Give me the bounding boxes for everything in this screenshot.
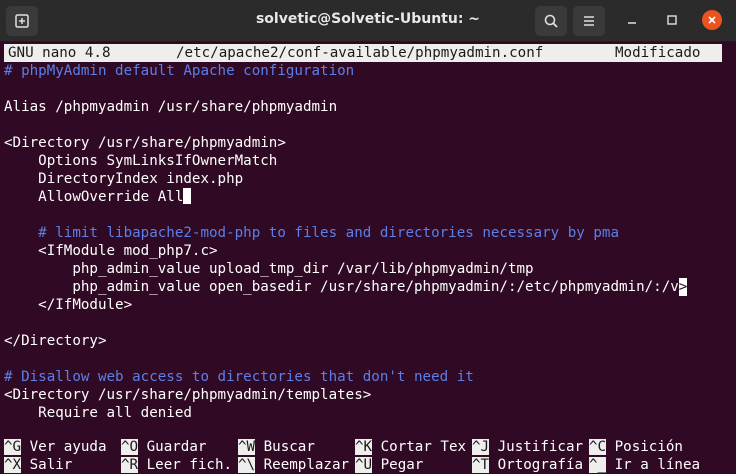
shortcut-replace[interactable]: ^\ Reemplazar xyxy=(238,456,349,474)
nano-filename: /etc/apache2/conf-available/phpmyadmin.c… xyxy=(176,45,544,61)
editor-line-truncated: php_admin_value open_basedir /usr/share/… xyxy=(4,278,688,296)
nano-shortcut-bar: ^G Ver ayuda ^O Guardar ^W Buscar ^K Cor… xyxy=(0,436,736,474)
editor-line: php_admin_value upload_tmp_dir /var/lib/… xyxy=(4,261,534,277)
shortcut-read-file[interactable]: ^R Leer fich. xyxy=(121,456,232,474)
minimize-button[interactable] xyxy=(622,10,642,30)
shortcut-cut[interactable]: ^K Cortar Tex xyxy=(355,438,466,456)
shortcut-exit[interactable]: ^X Salir xyxy=(4,456,72,474)
editor-line: </Directory> xyxy=(4,333,107,349)
terminal-area[interactable]: GNU nano 4.8 /etc/apache2/conf-available… xyxy=(0,42,736,474)
nano-status: Modificado xyxy=(615,45,701,61)
editor-line-cursor: AllowOverride All xyxy=(4,188,192,206)
editor-line: Require all denied xyxy=(4,405,192,421)
editor-line: Options SymLinksIfOwnerMatch xyxy=(4,153,278,169)
editor-line-text: AllowOverride All xyxy=(4,189,184,205)
shortcut-spelling[interactable]: ^T Ortografía xyxy=(472,456,583,474)
editor-line: <Directory /usr/share/phpmyadmin/templat… xyxy=(4,387,372,403)
shortcut-go-to-line[interactable]: ^_ Ir a línea xyxy=(589,456,700,474)
maximize-icon xyxy=(667,15,677,25)
shortcut-search[interactable]: ^W Buscar xyxy=(238,438,315,456)
nano-version: GNU nano 4.8 xyxy=(8,45,111,61)
editor-line: DirectoryIndex index.php xyxy=(4,171,244,187)
shortcut-position[interactable]: ^C Posición xyxy=(589,438,683,456)
editor-line: </IfModule> xyxy=(4,297,133,313)
title-bar: solvetic@Solvetic-Ubuntu: ~ xyxy=(0,0,736,42)
hamburger-menu-icon xyxy=(584,16,594,26)
editor-line: # limit libapache2-mod-php to files and … xyxy=(4,225,619,241)
shortcut-justify[interactable]: ^J Justificar xyxy=(472,438,583,456)
search-icon xyxy=(544,14,558,28)
close-icon xyxy=(708,16,716,24)
minimize-icon xyxy=(628,22,636,24)
editor-line: Alias /phpmyadmin /usr/share/phpmyadmin xyxy=(4,99,338,115)
terminal-scrollbar[interactable] xyxy=(726,42,736,474)
editor-line: # phpMyAdmin default Apache configuratio… xyxy=(4,63,355,79)
truncation-marker: > xyxy=(678,278,688,296)
shortcut-paste[interactable]: ^U Pegar xyxy=(355,456,423,474)
editor-line: <IfModule mod_php7.c> xyxy=(4,243,218,259)
maximize-button[interactable] xyxy=(662,10,682,30)
editor-line: # Disallow web access to directories tha… xyxy=(4,369,474,385)
menu-button[interactable] xyxy=(573,6,605,36)
text-cursor xyxy=(183,188,192,204)
search-button[interactable] xyxy=(535,6,567,36)
close-button[interactable] xyxy=(702,10,722,30)
editor-line-text: php_admin_value open_basedir /usr/share/… xyxy=(4,279,679,295)
editor-line: <Directory /usr/share/phpmyadmin> xyxy=(4,135,286,151)
nano-header-bar: GNU nano 4.8 /etc/apache2/conf-available… xyxy=(4,44,722,62)
shortcut-save[interactable]: ^O Guardar xyxy=(121,438,206,456)
shortcut-help[interactable]: ^G Ver ayuda xyxy=(4,438,107,456)
